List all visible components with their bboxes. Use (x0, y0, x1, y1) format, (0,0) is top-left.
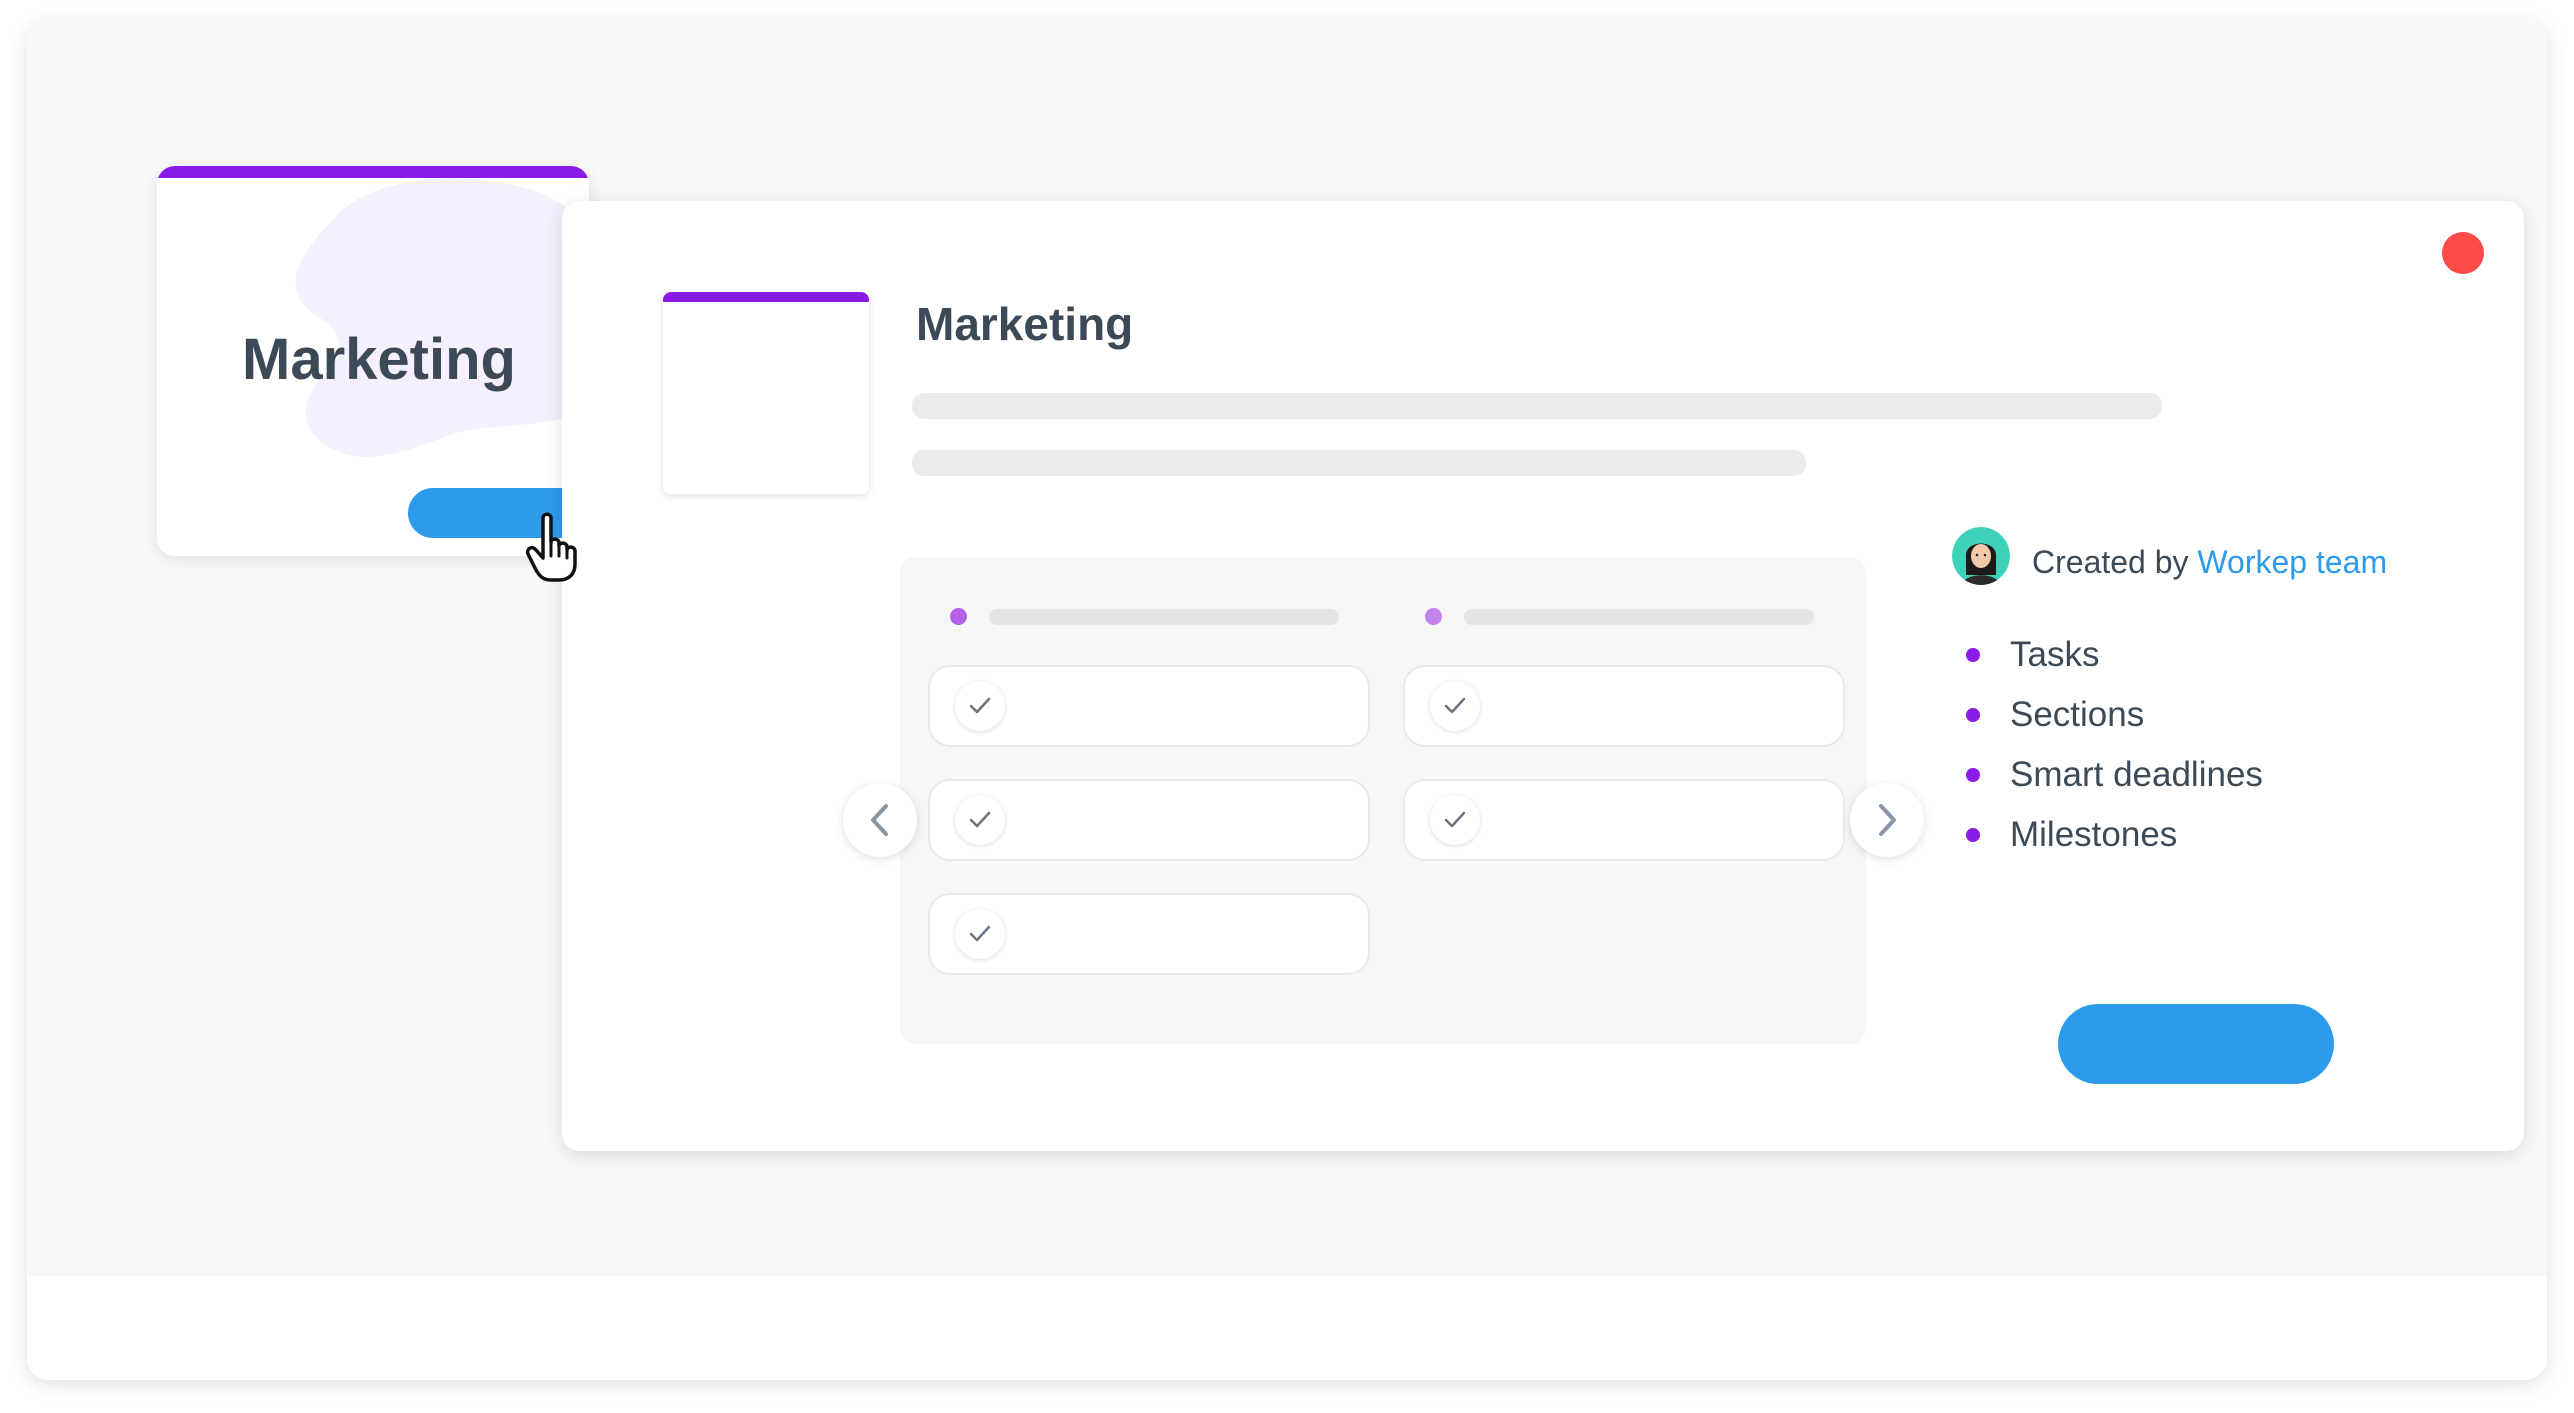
column-title-placeholder (1464, 609, 1814, 625)
author-avatar (1952, 527, 2010, 585)
task-card (928, 779, 1370, 861)
use-template-primary-button[interactable] (2058, 1004, 2334, 1084)
chevron-right-icon[interactable] (1850, 783, 1924, 857)
check-icon (955, 681, 1005, 731)
task-card (928, 665, 1370, 747)
task-card (928, 893, 1370, 975)
bullet-icon (1966, 648, 1980, 662)
hand-pointer-icon (525, 512, 577, 582)
modal-title: Marketing (916, 298, 1134, 350)
task-card (1403, 779, 1845, 861)
close-icon[interactable] (2442, 232, 2484, 274)
created-by-prefix: Created by (2032, 544, 2189, 580)
feature-label: Sections (2010, 695, 2145, 734)
author-link[interactable]: Workep team (2197, 544, 2387, 580)
template-preview-modal: Marketing Created by Workep team Tasks S… (562, 201, 2524, 1151)
board-preview (900, 557, 1866, 1044)
template-card-marketing[interactable]: Marketing (157, 166, 589, 556)
feature-label: Smart deadlines (2010, 755, 2263, 794)
list-item: Sections (1966, 694, 2263, 754)
feature-list: Tasks Sections Smart deadlines Milestone… (1966, 634, 2263, 874)
feature-label: Milestones (2010, 815, 2178, 854)
app-frame: Marketing Marketing Created by Workep te… (27, 20, 2547, 1380)
created-by-text: Created by Workep team (2032, 544, 2387, 581)
description-placeholder-line (912, 393, 2162, 419)
check-icon (955, 909, 1005, 959)
task-card (1403, 665, 1845, 747)
description-placeholder-line (912, 450, 1806, 476)
check-icon (955, 795, 1005, 845)
list-item: Milestones (1966, 814, 2263, 874)
check-icon (1430, 681, 1480, 731)
list-item: Tasks (1966, 634, 2263, 694)
list-item: Smart deadlines (1966, 754, 2263, 814)
column-title-placeholder (989, 609, 1339, 625)
feature-label: Tasks (2010, 635, 2100, 674)
bullet-icon (1966, 768, 1980, 782)
chevron-left-icon[interactable] (843, 783, 917, 857)
column-dot (1425, 608, 1442, 625)
bullet-icon (1966, 708, 1980, 722)
template-card-title: Marketing (242, 327, 516, 392)
thumbnail-accent-bar (663, 292, 869, 302)
column-dot (950, 608, 967, 625)
template-thumbnail (663, 292, 869, 494)
check-icon (1430, 795, 1480, 845)
bullet-icon (1966, 828, 1980, 842)
